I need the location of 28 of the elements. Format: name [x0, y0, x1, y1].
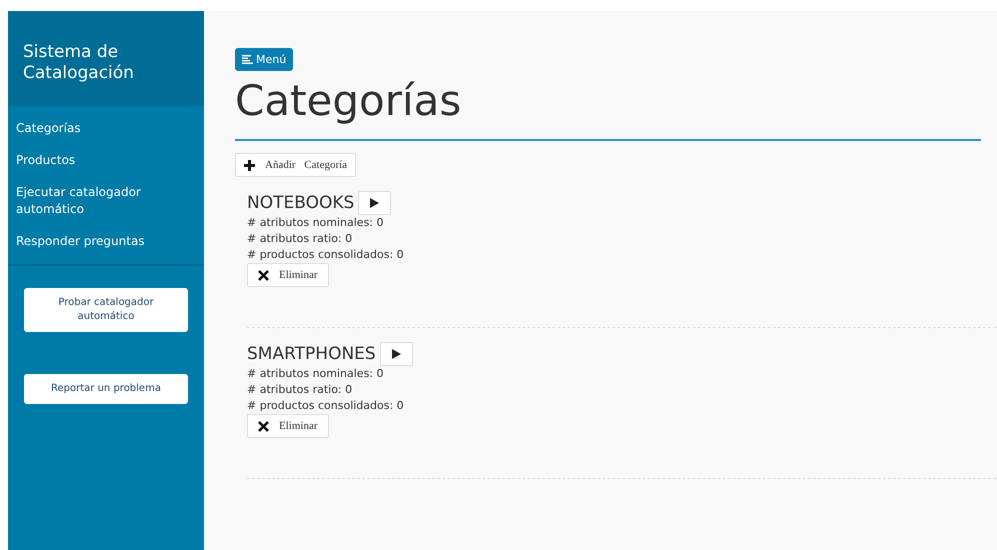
- sidebar-item[interactable]: Productos: [8, 152, 204, 169]
- menu-icon: [242, 55, 253, 64]
- plus-icon: [244, 160, 255, 170]
- sidebar-item[interactable]: Responder preguntas: [8, 233, 204, 250]
- category-stat: # atributos ratio: 0: [247, 231, 354, 247]
- expand-button[interactable]: [358, 191, 392, 215]
- category-stat: # atributos ratio: 0: [247, 382, 354, 398]
- add-category-button[interactable]: Añadir Categoría: [235, 153, 356, 177]
- page-title: Categorías: [235, 75, 462, 127]
- sidebar-item[interactable]: Ejecutar catalogador automático: [8, 184, 204, 218]
- category-stat: # productos consolidados: 0: [247, 398, 405, 414]
- category-name: NOTEBOOKS: [247, 193, 354, 213]
- menu-button[interactable]: Menú: [235, 48, 294, 71]
- sidebar-button[interactable]: Reportar un problema: [24, 374, 188, 404]
- category-stat: # atributos nominales: 0: [247, 366, 385, 382]
- category-stat: # atributos nominales: 0: [247, 215, 385, 231]
- expand-button[interactable]: [380, 342, 413, 366]
- play-icon: [392, 349, 401, 359]
- sidebar-item[interactable]: Categorías: [8, 120, 204, 137]
- delete-button[interactable]: Eliminar: [247, 263, 328, 287]
- sidebar-button[interactable]: Probar catalogador automático: [24, 288, 188, 332]
- app-title: Sistema de Catalogación: [23, 42, 135, 84]
- play-icon: [370, 198, 380, 208]
- delete-button[interactable]: Eliminar: [247, 414, 328, 438]
- close-icon: [258, 270, 269, 280]
- category-stat: # productos consolidados: 0: [247, 247, 405, 263]
- close-icon: [258, 420, 269, 432]
- category-name: SMARTPHONES: [247, 344, 376, 364]
